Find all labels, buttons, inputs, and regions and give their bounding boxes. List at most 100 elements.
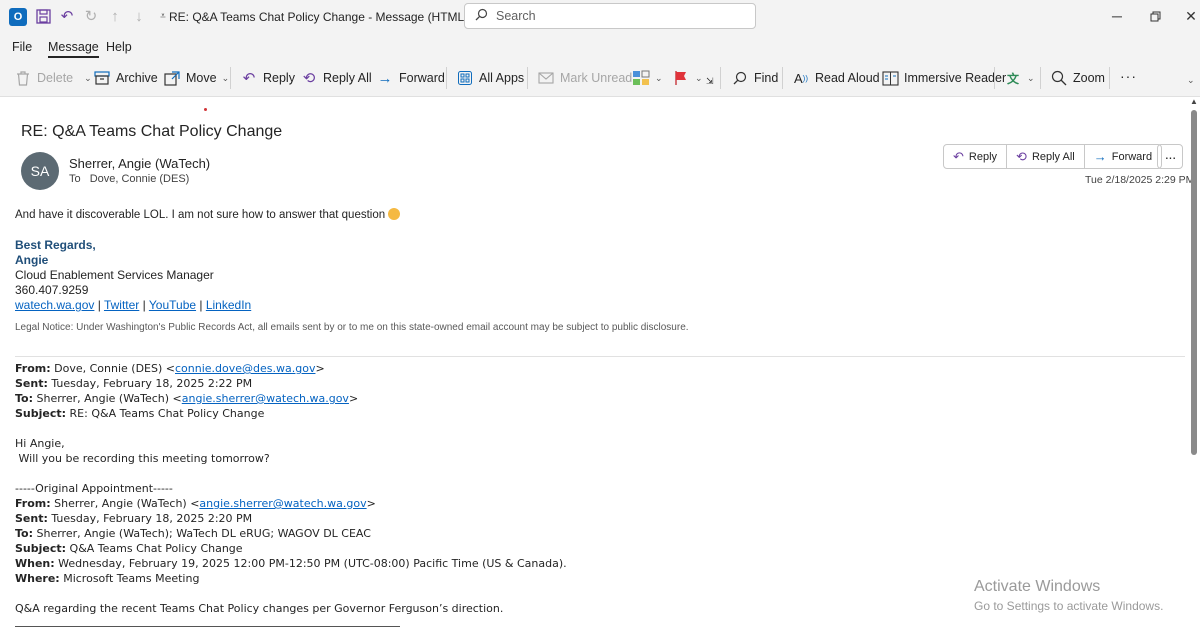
search-icon — [475, 8, 488, 24]
search-input[interactable]: Search — [464, 3, 756, 29]
immersive-reader-icon — [881, 69, 899, 87]
reply-button[interactable]: ↶ Reply — [240, 69, 295, 87]
more-options-icon[interactable]: ··· — [1120, 68, 1137, 84]
ribbon-collapse-icon[interactable]: ⌄ — [1187, 75, 1195, 86]
search-placeholder: Search — [496, 9, 536, 23]
delete-button[interactable]: Delete ⌄ — [14, 69, 92, 87]
reply-all-icon: ⟲ — [1016, 148, 1027, 164]
read-aloud-button[interactable]: A)) Read Aloud — [792, 69, 880, 87]
smiley-emoji-icon — [388, 208, 401, 220]
down-arrow-icon[interactable]: ↓ — [130, 6, 148, 26]
vertical-scrollbar[interactable]: ▲ — [1188, 96, 1200, 637]
forward-icon: → — [1093, 149, 1107, 164]
ribbon-divider — [1040, 67, 1041, 89]
appointment-subject: Subject: Q&A Teams Chat Policy Change — [15, 542, 243, 555]
appointment-sent: Sent: Tuesday, February 18, 2025 2:20 PM — [15, 512, 253, 525]
email-link[interactable]: angie.sherrer@watech.wa.gov — [182, 392, 349, 405]
reply-icon: ↶ — [242, 70, 256, 87]
menu-file[interactable]: File — [12, 40, 32, 54]
reply-icon: ↶ — [953, 148, 964, 164]
signature-signoff: Best Regards, — [15, 238, 96, 252]
apps-grid-icon — [456, 69, 474, 87]
recipient-name[interactable]: Dove, Connie (DES) — [90, 173, 190, 185]
move-button[interactable]: Move ⌄ — [163, 69, 229, 87]
appointment-when: When: Wednesday, February 19, 2025 12:00… — [15, 557, 567, 570]
message-timestamp: Tue 2/18/2025 2:29 PM — [1085, 174, 1195, 186]
ribbon-toolbar: Delete ⌄ Archive Move ⌄ ↶ Reply ⟲ Reply Al… — [0, 60, 1200, 96]
link-watech[interactable]: watech.wa.gov — [15, 298, 94, 312]
forward-action-button[interactable]: → Forward — [1085, 145, 1161, 168]
menu-bar: File Message Help — [0, 34, 1200, 60]
zoom-button[interactable]: Zoom — [1050, 69, 1105, 87]
divider — [15, 626, 400, 627]
trash-icon — [14, 69, 32, 87]
restore-button[interactable] — [1140, 5, 1170, 27]
minimize-button[interactable]: ─ — [1102, 5, 1132, 27]
appointment-where: Where: Microsoft Teams Meeting — [15, 572, 200, 585]
scrollbar-thumb[interactable] — [1191, 110, 1197, 455]
signature-links: watech.wa.gov | Twitter | YouTube | Link… — [15, 298, 252, 312]
redo-icon[interactable]: ↻ — [82, 6, 100, 26]
more-actions-button[interactable]: ··· — [1157, 144, 1183, 169]
ribbon-divider — [994, 67, 995, 89]
find-icon — [731, 69, 749, 87]
mark-unread-button[interactable]: Mark Unread — [537, 69, 632, 87]
all-apps-button[interactable]: All Apps — [456, 69, 524, 87]
quick-access-toolbar: ↶ ↻ ↑ ↓ ⩡ — [34, 6, 172, 26]
email-link[interactable]: connie.dove@des.wa.gov — [175, 362, 315, 375]
ribbon-divider — [720, 67, 721, 89]
signature-name: Angie — [15, 253, 49, 267]
message-pane: RE: Q&A Teams Chat Policy Change SA Sher… — [0, 96, 1200, 637]
quoted-from: From: Dove, Connie (DES) <connie.dove@de… — [15, 362, 325, 375]
avatar[interactable]: SA — [21, 152, 59, 190]
question: Will you be recording this meeting tomor… — [15, 452, 270, 465]
menu-help[interactable]: Help — [106, 40, 132, 54]
indicator-dot — [204, 108, 207, 111]
quoted-sent: Sent: Tuesday, February 18, 2025 2:22 PM — [15, 377, 253, 390]
ribbon-divider — [230, 67, 231, 89]
link-twitter[interactable]: Twitter — [104, 298, 139, 312]
forward-button[interactable]: → Forward — [376, 69, 445, 87]
ribbon-divider — [527, 67, 528, 89]
title-bar: O ↶ ↻ ↑ ↓ ⩡ RE: Q&A Teams Chat Policy Ch… — [0, 0, 1200, 34]
divider — [15, 356, 1185, 357]
email-link[interactable]: angie.sherrer@watech.wa.gov — [199, 497, 366, 510]
ribbon-divider — [1109, 67, 1110, 89]
follow-up-flag-button[interactable]: ⌄ — [672, 69, 703, 87]
flag-icon — [672, 69, 690, 87]
expand-ribbon-icon[interactable]: ⇲ — [706, 76, 714, 87]
appointment-from: From: Sherrer, Angie (WaTech) <angie.she… — [15, 497, 376, 510]
reply-all-icon: ⟲ — [302, 70, 316, 87]
original-appointment-separator: -----Original Appointment----- — [15, 482, 173, 495]
immersive-reader-button[interactable]: Immersive Reader — [881, 69, 1006, 87]
reply-all-action-button[interactable]: ⟲ Reply All — [1007, 145, 1085, 168]
categorize-button[interactable]: ⌄ — [632, 69, 663, 87]
signature-phone: 360.407.9259 — [15, 283, 89, 297]
greeting: Hi Angie, — [15, 437, 65, 450]
reply-all-button[interactable]: ⟲ Reply All — [300, 69, 372, 87]
reply-action-button[interactable]: ↶ Reply — [944, 145, 1008, 168]
ribbon-divider — [782, 67, 783, 89]
close-button[interactable]: ✕ — [1176, 5, 1200, 27]
move-icon — [163, 69, 181, 87]
categorize-icon — [632, 69, 650, 87]
to-label: To — [69, 173, 81, 185]
link-youtube[interactable]: YouTube — [149, 298, 196, 312]
envelope-icon — [537, 69, 555, 87]
up-arrow-icon[interactable]: ↑ — [106, 6, 124, 26]
scroll-up-icon[interactable]: ▲ — [1190, 97, 1198, 106]
sender-name[interactable]: Sherrer, Angie (WaTech) — [69, 156, 210, 171]
legal-notice: Legal Notice: Under Washington's Public … — [15, 322, 689, 333]
window-title: RE: Q&A Teams Chat Policy Change - Messa… — [169, 10, 469, 24]
link-linkedin[interactable]: LinkedIn — [206, 298, 251, 312]
outlook-app-icon: O — [9, 8, 27, 26]
translate-button[interactable]: 文 ⌄ — [1004, 69, 1035, 87]
signature-role: Cloud Enablement Services Manager — [15, 268, 214, 282]
quoted-to: To: Sherrer, Angie (WaTech) <angie.sherr… — [15, 392, 359, 405]
message-actions: ↶ Reply ⟲ Reply All → Forward — [943, 144, 1163, 169]
undo-icon[interactable]: ↶ — [58, 6, 76, 26]
find-button[interactable]: Find — [731, 69, 778, 87]
archive-button[interactable]: Archive — [93, 69, 158, 87]
menu-message[interactable]: Message — [48, 40, 99, 58]
save-icon[interactable] — [34, 6, 52, 26]
